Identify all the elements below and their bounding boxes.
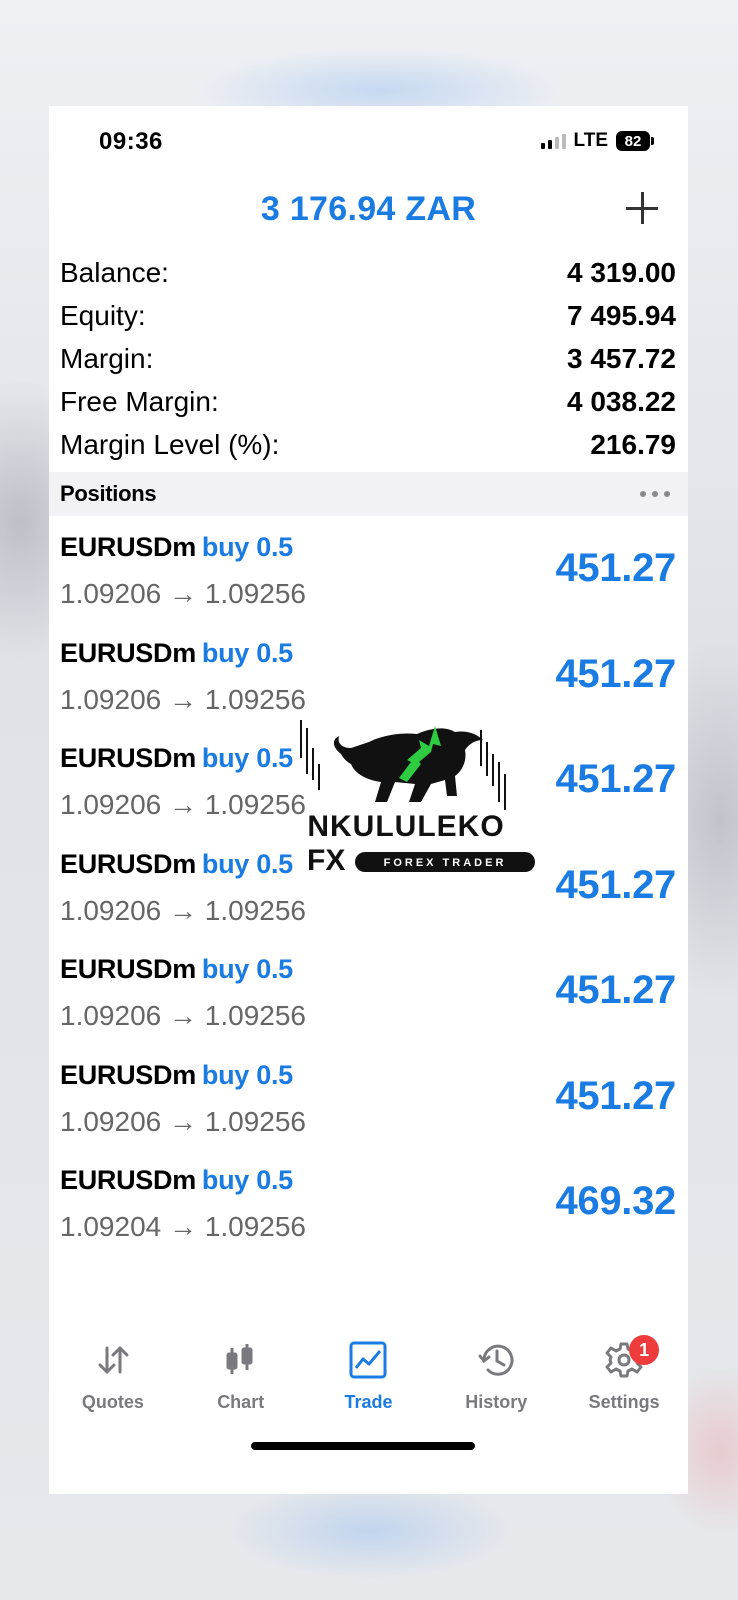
positions-list: EURUSDm buy 0.5 1.09206 → 1.09256 451.27 … bbox=[49, 524, 688, 1263]
status-bar: 09:36 LTE 82 bbox=[49, 106, 688, 176]
tab-history[interactable]: History bbox=[432, 1332, 560, 1422]
watermark-line1: NKULULEKO bbox=[307, 810, 504, 843]
position-symbol: EURUSDm bbox=[60, 637, 196, 668]
candlestick-icon bbox=[226, 1344, 253, 1374]
notification-badge: 1 bbox=[629, 1335, 660, 1365]
home-indicator[interactable] bbox=[251, 1442, 475, 1450]
margin-level-row: Margin Level (%): 216.79 bbox=[49, 423, 688, 466]
margin-row: Margin: 3 457.72 bbox=[49, 337, 688, 380]
balance-value: 4 319.00 bbox=[567, 256, 676, 288]
position-type: buy 0.5 bbox=[201, 532, 293, 562]
balance-label: Balance: bbox=[60, 256, 169, 288]
position-profit: 451.27 bbox=[555, 1073, 676, 1118]
balance-row: Balance: 4 319.00 bbox=[49, 251, 688, 294]
watermark-tagline: FOREX TRADER bbox=[384, 857, 507, 869]
network-label: LTE bbox=[573, 130, 608, 151]
tab-trade-label: Trade bbox=[344, 1392, 393, 1412]
position-row[interactable]: EURUSDm buy 0.5 1.09206 → 1.09256 451.27 bbox=[49, 946, 688, 1052]
position-profit: 451.27 bbox=[555, 651, 676, 696]
position-profit: 451.27 bbox=[555, 862, 676, 907]
equity-value: 7 495.94 bbox=[567, 299, 676, 331]
account-profit-title: 3 176.94 ZAR bbox=[260, 190, 477, 228]
battery-icon: 82 bbox=[616, 131, 654, 151]
position-type: buy 0.5 bbox=[201, 954, 293, 984]
cellular-signal-icon bbox=[540, 133, 566, 149]
history-clock-icon bbox=[478, 1344, 514, 1376]
position-prices: 1.09206 → 1.09256 bbox=[60, 578, 306, 609]
position-row[interactable]: EURUSDm buy 0.5 1.09206 → 1.09256 451.27 bbox=[49, 1052, 688, 1158]
position-type: buy 0.5 bbox=[201, 637, 293, 668]
tab-settings-label: Settings bbox=[588, 1392, 660, 1412]
position-row[interactable]: EURUSDm buy 0.5 1.09204 → 1.09256 469.32 bbox=[49, 1157, 688, 1263]
watermark-line2: FX bbox=[307, 844, 345, 877]
more-dots-icon[interactable] bbox=[640, 491, 670, 497]
position-profit: 451.27 bbox=[555, 968, 676, 1012]
trade-chart-icon bbox=[349, 1341, 387, 1379]
watermark-logo: NKULULEKO FX FOREX TRADER bbox=[300, 720, 535, 877]
position-symbol: EURUSDm bbox=[60, 1165, 196, 1195]
position-symbol: EURUSDm bbox=[60, 848, 196, 879]
position-profit: 469.32 bbox=[555, 1179, 676, 1223]
position-prices: 1.09206 → 1.09256 bbox=[60, 894, 306, 926]
status-time: 09:36 bbox=[99, 128, 163, 155]
tab-chart[interactable]: Chart bbox=[177, 1332, 305, 1422]
battery-level: 82 bbox=[616, 131, 650, 151]
position-symbol: EURUSDm bbox=[60, 1059, 196, 1090]
status-indicators: LTE 82 bbox=[540, 130, 654, 152]
position-row[interactable]: EURUSDm buy 0.5 1.09206 → 1.09256 451.27 bbox=[49, 524, 688, 630]
position-prices: 1.09206 → 1.09256 bbox=[60, 1105, 306, 1137]
position-symbol: EURUSDm bbox=[60, 532, 196, 562]
plus-icon[interactable] bbox=[624, 190, 660, 226]
free-margin-value: 4 038.22 bbox=[567, 385, 676, 417]
tab-history-label: History bbox=[465, 1392, 528, 1412]
margin-level-value: 216.79 bbox=[590, 428, 676, 460]
positions-section-header: Positions bbox=[49, 472, 688, 516]
free-margin-row: Free Margin: 4 038.22 bbox=[49, 380, 688, 423]
position-prices: 1.09206 → 1.09256 bbox=[60, 683, 306, 715]
tab-trade[interactable]: Trade bbox=[305, 1332, 433, 1422]
position-symbol: EURUSDm bbox=[60, 743, 196, 773]
tab-quotes-label: Quotes bbox=[81, 1392, 144, 1412]
position-symbol: EURUSDm bbox=[60, 954, 196, 984]
position-type: buy 0.5 bbox=[201, 1165, 293, 1195]
equity-label: Equity: bbox=[60, 299, 146, 331]
bottom-tab-bar: Quotes Chart Trade History Settings 1 bbox=[49, 1332, 688, 1422]
position-type: buy 0.5 bbox=[201, 1059, 293, 1090]
tab-chart-label: Chart bbox=[217, 1392, 265, 1412]
trade-header: 3 176.94 ZAR bbox=[49, 176, 688, 244]
position-profit: 451.27 bbox=[555, 757, 676, 801]
margin-value: 3 457.72 bbox=[567, 342, 676, 374]
margin-level-label: Margin Level (%): bbox=[60, 428, 280, 460]
positions-title: Positions bbox=[60, 481, 157, 506]
position-prices: 1.09204 → 1.09256 bbox=[60, 1211, 306, 1242]
position-profit: 451.27 bbox=[555, 546, 676, 590]
position-prices: 1.09206 → 1.09256 bbox=[60, 789, 306, 820]
quotes-arrows-icon bbox=[98, 1346, 129, 1374]
equity-row: Equity: 7 495.94 bbox=[49, 294, 688, 337]
free-margin-label: Free Margin: bbox=[60, 385, 219, 417]
tab-settings[interactable]: Settings 1 bbox=[560, 1332, 688, 1422]
margin-label: Margin: bbox=[60, 342, 154, 374]
tab-quotes[interactable]: Quotes bbox=[49, 1332, 177, 1422]
position-prices: 1.09206 → 1.09256 bbox=[60, 1000, 306, 1031]
phone-screen: 09:36 LTE 82 3 176.94 ZAR Balance: 4 319… bbox=[49, 106, 688, 1494]
account-summary: Balance: 4 319.00 Equity: 7 495.94 Margi… bbox=[49, 251, 688, 466]
